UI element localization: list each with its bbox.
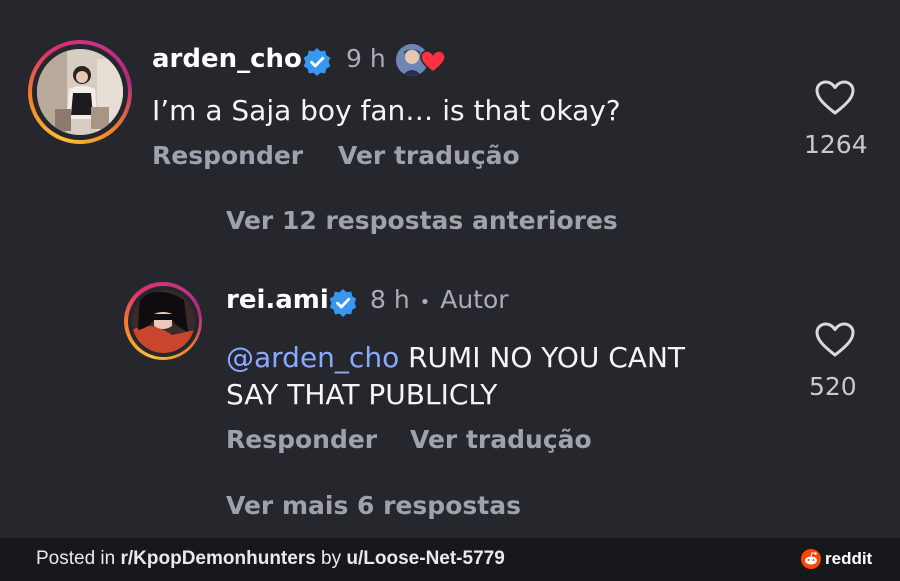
translate-button[interactable]: Ver tradução <box>338 141 520 170</box>
avatar-photo <box>37 49 123 135</box>
creator-liked-badge <box>396 42 450 78</box>
avatar-rei-ami[interactable] <box>124 282 202 360</box>
mention-link[interactable]: @arden_cho <box>226 341 399 374</box>
comment-text-line2: SAY THAT PUBLICLY <box>226 378 498 411</box>
heart-outline-icon[interactable] <box>815 322 855 358</box>
reddit-footer-bar: Posted in r/KpopDemonhunters by u/Loose-… <box>0 538 900 581</box>
comment-username[interactable]: arden_cho <box>152 44 302 74</box>
reddit-snoo-icon <box>801 549 821 569</box>
subreddit-link[interactable]: r/KpopDemonhunters <box>121 548 316 569</box>
view-previous-replies-button[interactable]: Ver 12 respostas anteriores <box>226 206 618 235</box>
comment-time: 8 h • Autor <box>370 285 509 314</box>
heart-filled-icon <box>420 50 446 73</box>
comment-text: @arden_cho RUMI NO YOU CANT SAY THAT PUB… <box>226 339 786 413</box>
verified-badge-icon <box>303 48 331 76</box>
author-tag: Autor <box>440 285 509 314</box>
translate-button[interactable]: Ver tradução <box>410 425 592 454</box>
reddit-logo: reddit <box>801 549 872 569</box>
avatar-arden-cho[interactable] <box>28 40 132 144</box>
user-link[interactable]: u/Loose-Net-5779 <box>346 548 504 569</box>
view-more-replies-button[interactable]: Ver mais 6 respostas <box>226 491 521 520</box>
heart-outline-icon[interactable] <box>815 80 855 116</box>
comment-time: 9 h <box>346 44 386 73</box>
separator-dot: • <box>419 292 431 313</box>
comment-text-line1: RUMI NO YOU CANT <box>399 341 686 374</box>
like-count: 1264 <box>804 130 868 159</box>
footer-attribution: Posted in r/KpopDemonhunters by u/Loose-… <box>36 548 505 569</box>
reply-button[interactable]: Responder <box>152 141 303 170</box>
like-count: 520 <box>809 372 857 401</box>
reply-button[interactable]: Responder <box>226 425 377 454</box>
comment-text: I’m a Saja boy fan… is that okay? <box>152 94 621 127</box>
verified-badge-icon <box>329 289 357 317</box>
avatar-photo <box>131 289 195 353</box>
comment-username[interactable]: rei.ami <box>226 285 329 315</box>
